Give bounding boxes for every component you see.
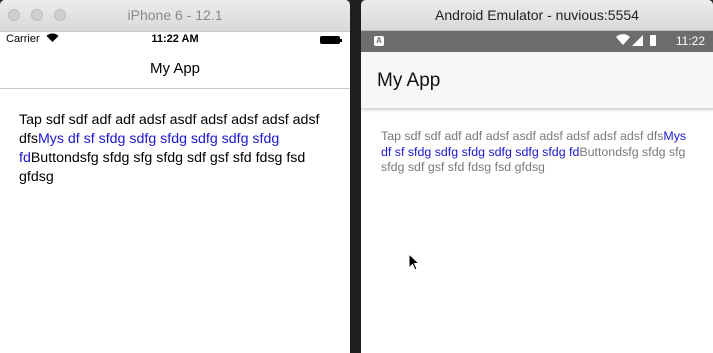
mouse-cursor-icon	[408, 252, 421, 276]
notification-icon: A	[374, 36, 384, 46]
text-segment-button[interactable]: Buttondsfg sfdg sfg sfdg sdf gsf sfd fds…	[19, 150, 305, 185]
android-label-content: Tap sdf sdf adf adf adsf asdf adsf adsf …	[361, 110, 713, 176]
android-emulator-window: Android Emulator - nuvious:5554 A 11:22 …	[361, 0, 713, 353]
ios-label-content: Tap sdf sdf adf adf adsf asdf adsf adsf …	[0, 89, 350, 187]
ios-simulator-window: iPhone 6 - 12.1 Carrier 11:22 AM My App …	[0, 0, 350, 353]
ios-status-bar: Carrier 11:22 AM	[0, 32, 350, 48]
nav-title: My App	[149, 60, 201, 77]
signal-battery-icons	[615, 34, 661, 50]
ios-window-title: iPhone 6 - 12.1	[127, 7, 223, 23]
window-gap	[350, 0, 361, 353]
ios-window-titlebar[interactable]: iPhone 6 - 12.1	[0, 0, 350, 32]
app-title: My App	[377, 70, 441, 91]
text-segment-tap[interactable]: Tap sdf sdf adf adf adsf asdf adsf adsf …	[381, 129, 663, 143]
android-status-bar: A 11:22	[361, 31, 713, 52]
android-app-bar: My App	[361, 52, 713, 110]
ios-status-time: 11:22 AM	[151, 33, 199, 45]
android-window-titlebar[interactable]: Android Emulator - nuvious:5554	[361, 0, 713, 31]
battery-icon	[320, 36, 342, 44]
android-window-title: Android Emulator - nuvious:5554	[435, 7, 639, 23]
android-status-time: 11:22	[675, 34, 705, 48]
ios-nav-bar: My App	[0, 48, 350, 89]
